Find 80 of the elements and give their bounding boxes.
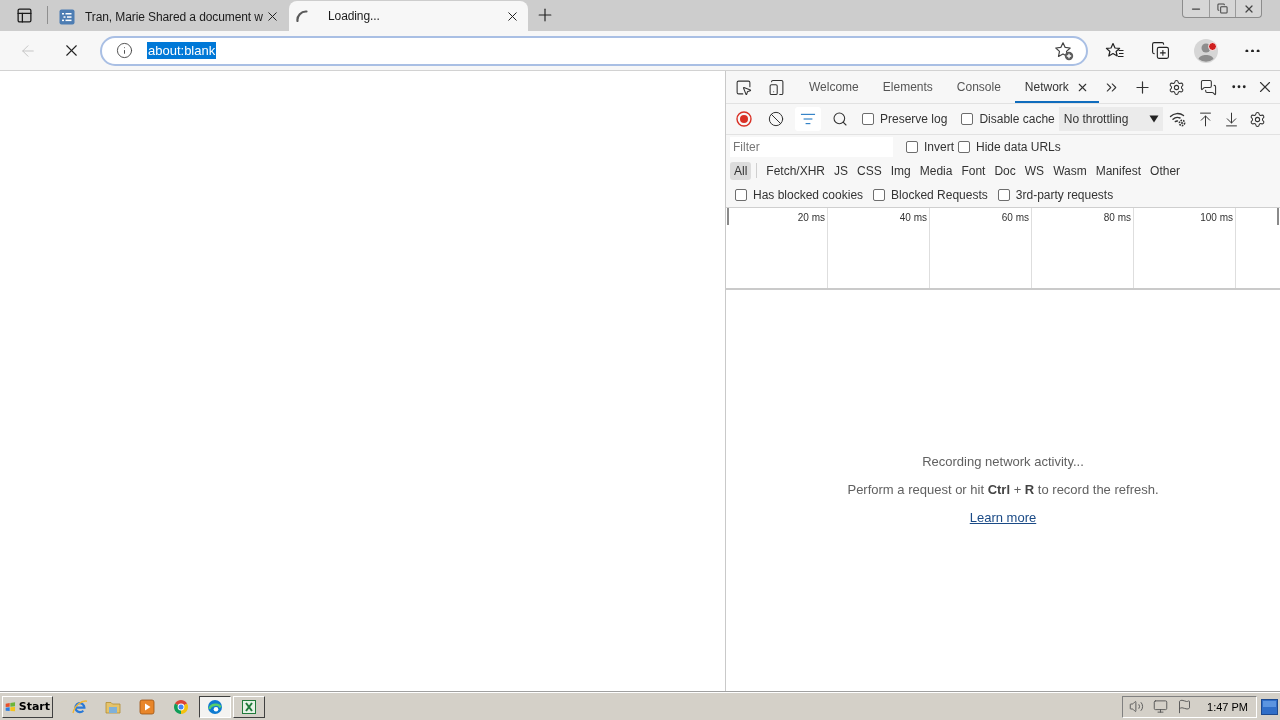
record-icon: [736, 111, 752, 127]
resource-type-tab[interactable]: Manifest: [1091, 161, 1146, 180]
filter-button[interactable]: [795, 107, 821, 131]
checkbox-label: Disable cache: [979, 112, 1055, 126]
wave-logo-icon: [207, 698, 223, 715]
tablet-phone-icon: [767, 78, 785, 96]
resource-type-tab[interactable]: Other: [1146, 161, 1185, 180]
resource-type-tab[interactable]: Font: [957, 161, 990, 180]
settings-icon: [1168, 78, 1186, 96]
filter-icon: [800, 111, 816, 127]
checkbox[interactable]: [873, 188, 886, 201]
e-logo-icon: [72, 698, 88, 715]
start-button[interactable]: Start: [2, 695, 53, 718]
tick-label: 100 ms: [1200, 212, 1233, 223]
overview-handle[interactable]: [1277, 208, 1279, 225]
devtools-tab[interactable]: Welcome: [799, 71, 869, 103]
tick-label: 20 ms: [797, 212, 825, 223]
resource-type-tab[interactable]: Doc: [990, 161, 1020, 180]
empty-state-title: Recording network activity...: [922, 452, 1084, 471]
wifi-gear-icon: [1168, 110, 1187, 128]
devtools-tab[interactable]: Console: [946, 71, 1011, 103]
clear-icon: [768, 111, 784, 127]
devtools-tab[interactable]: Elements: [872, 71, 943, 103]
resource-type-tab[interactable]: CSS: [853, 161, 886, 180]
star-plus-icon: [1054, 40, 1074, 61]
learn-more-link[interactable]: Learn more: [969, 508, 1037, 527]
flag-logo-icon: [5, 699, 16, 714]
resource-type-tab[interactable]: Wasm: [1049, 161, 1091, 180]
url-text: about:blank: [147, 42, 217, 59]
clock: 1:47 PM: [1207, 700, 1248, 713]
filter-input[interactable]: Filter: [730, 137, 893, 157]
avatar-icon: [1194, 38, 1218, 63]
ellipsis-icon: [1231, 85, 1246, 89]
taskbar-app-button[interactable]: [199, 695, 231, 718]
restore-icon: [1217, 3, 1228, 14]
ellipsis-icon: [1244, 48, 1260, 53]
checkbox-label: 3rd-party requests: [1015, 187, 1114, 202]
checkbox-label: Has blocked cookies: [753, 187, 864, 202]
tick-label: 60 ms: [1001, 212, 1029, 223]
browser-tab[interactable]: Tran, Marie Shared a document w: [49, 2, 288, 31]
copy-plus-icon: [1150, 41, 1170, 60]
checkbox[interactable]: [906, 141, 918, 153]
checkbox[interactable]: [862, 113, 874, 125]
checkbox-label: Invert: [924, 140, 954, 154]
wheel-logo-icon: [173, 698, 189, 715]
checkbox[interactable]: [958, 141, 970, 153]
panels-icon: [15, 6, 33, 24]
resource-type-tab[interactable]: Img: [886, 161, 915, 180]
tick-label: 40 ms: [899, 212, 927, 223]
overview-handle[interactable]: [727, 208, 729, 225]
tick-label: 80 ms: [1103, 212, 1131, 223]
chat-bubbles-icon: [1200, 78, 1218, 96]
play-icon: [139, 698, 155, 715]
checkbox[interactable]: [961, 113, 974, 125]
search-icon: [832, 111, 848, 127]
resource-type-tab[interactable]: JS: [830, 161, 853, 180]
checkbox-label: Preserve log: [880, 112, 948, 126]
checkbox-label: Blocked Requests: [891, 187, 988, 202]
flag-icon: [1177, 699, 1193, 714]
browser-tab[interactable]: Loading...: [289, 1, 528, 31]
resource-type-tab[interactable]: Media: [915, 161, 957, 180]
square-pointer-icon: [734, 78, 752, 96]
spinner-icon: [296, 10, 308, 22]
address-bar[interactable]: about:blank: [100, 35, 1088, 66]
screen-icon: [1261, 698, 1278, 715]
checkbox[interactable]: [997, 188, 1010, 201]
settings-icon: [1249, 110, 1267, 128]
empty-state-hint: Perform a request or hit Ctrl + R to record the refresh.: [847, 480, 1159, 499]
resource-type-tab[interactable]: Fetch/XHR: [762, 161, 830, 180]
throttling-select[interactable]: No throttling: [1058, 107, 1163, 131]
caret-icon: [1148, 115, 1159, 123]
speaker-icon: [1129, 699, 1145, 714]
spreadsheet-x-icon: [241, 698, 257, 715]
info-icon: [116, 42, 133, 59]
resource-type-tab[interactable]: All: [730, 161, 752, 180]
resource-type-tab[interactable]: WS: [1020, 161, 1049, 180]
checkbox[interactable]: [735, 188, 747, 201]
computer-icon: [1153, 699, 1169, 714]
checkbox-label: Hide data URLs: [976, 140, 1061, 154]
list-document-icon: [59, 8, 75, 25]
